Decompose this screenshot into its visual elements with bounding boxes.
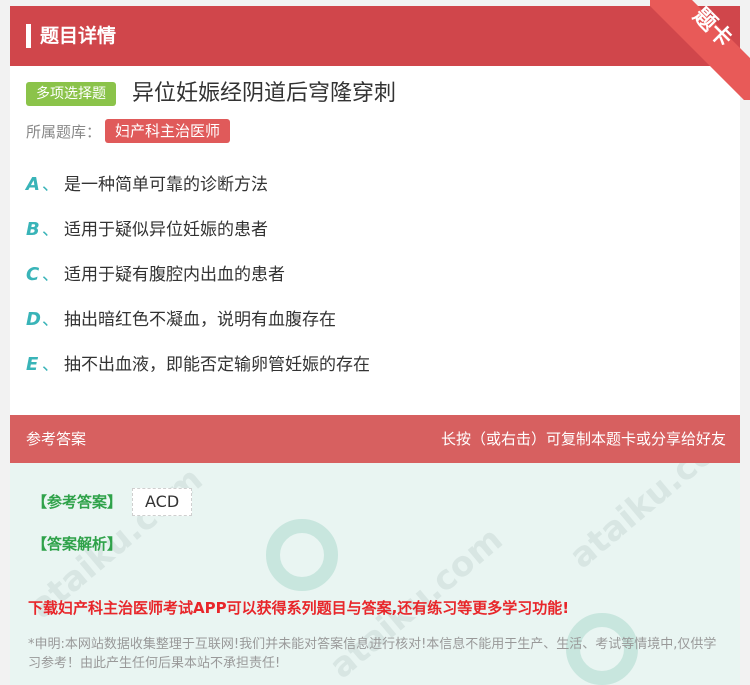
option-c[interactable]: C 、 适用于疑有腹腔内出血的患者 xyxy=(26,262,726,307)
answer-header-title: 参考答案 xyxy=(26,430,87,448)
question-bank-tag[interactable]: 妇产科主治医师 xyxy=(105,119,231,143)
question-type-tag: 多项选择题 xyxy=(26,82,116,106)
card-header: 题目详情 题卡 xyxy=(10,0,750,100)
option-text: 适用于疑似异位妊娠的患者 xyxy=(64,220,268,240)
watermark-text: ataiku.com xyxy=(561,463,740,577)
option-separator: 、 xyxy=(42,355,59,375)
option-text: 抽出暗红色不凝血，说明有血腹存在 xyxy=(64,310,336,330)
option-letter: D xyxy=(26,309,41,330)
option-separator: 、 xyxy=(42,220,59,240)
option-letter: A xyxy=(26,174,40,195)
analysis-label: 【答案解析】 xyxy=(32,535,123,553)
question-title: 异位妊娠经阴道后穹隆穿刺 xyxy=(132,81,397,106)
option-b[interactable]: B 、 适用于疑似异位妊娠的患者 xyxy=(26,217,726,262)
option-a[interactable]: A 、 是一种简单可靠的诊断方法 xyxy=(26,172,726,217)
share-hint: 长按（或右击）可复制本题卡或分享给好友 xyxy=(440,430,726,448)
option-separator: 、 xyxy=(42,265,59,285)
reference-answer-label: 【参考答案】 xyxy=(32,493,123,511)
header-title: 题目详情 xyxy=(40,25,117,47)
option-e[interactable]: E 、 抽不出血液，即能否定输卵管妊娠的存在 xyxy=(26,352,726,397)
option-text: 抽不出血液，即能否定输卵管妊娠的存在 xyxy=(64,355,370,375)
option-letter: B xyxy=(26,219,40,240)
header-accent-bar xyxy=(26,24,31,48)
answer-header-bar: 参考答案 长按（或右击）可复制本题卡或分享给好友 xyxy=(10,415,740,463)
reference-answer-value[interactable]: ACD xyxy=(132,488,193,516)
watermark-logo-icon xyxy=(266,519,338,591)
options-list: A 、 是一种简单可靠的诊断方法 B 、 适用于疑似异位妊娠的患者 C 、 适用… xyxy=(26,172,726,397)
disclaimer-text: *申明:本网站数据收集整理于互联网!我们并未能对答案信息进行核对!本信息不能用于… xyxy=(28,637,717,671)
corner-badge: 题卡 xyxy=(650,0,750,100)
question-card: 题目详情 题卡 多项选择题 异位妊娠经阴道后穹隆穿刺 所属题库： 妇产科主治医师… xyxy=(10,0,750,685)
option-separator: 、 xyxy=(42,175,59,195)
option-text: 适用于疑有腹腔内出血的患者 xyxy=(64,265,285,285)
option-letter: E xyxy=(26,354,39,375)
option-letter: C xyxy=(26,264,40,285)
option-d[interactable]: D 、 抽出暗红色不凝血，说明有血腹存在 xyxy=(26,307,726,352)
app-download-promo[interactable]: 下载妇产科主治医师考试APP可以获得系列题目与答案,还有练习等更多学习功能! xyxy=(28,597,569,619)
option-separator: 、 xyxy=(42,310,59,330)
answer-area: ataiku.com ataiku.com ataiku.com 【参考答案】 … xyxy=(10,463,740,685)
question-bank-label: 所属题库： xyxy=(26,123,102,141)
option-text: 是一种简单可靠的诊断方法 xyxy=(64,175,268,195)
